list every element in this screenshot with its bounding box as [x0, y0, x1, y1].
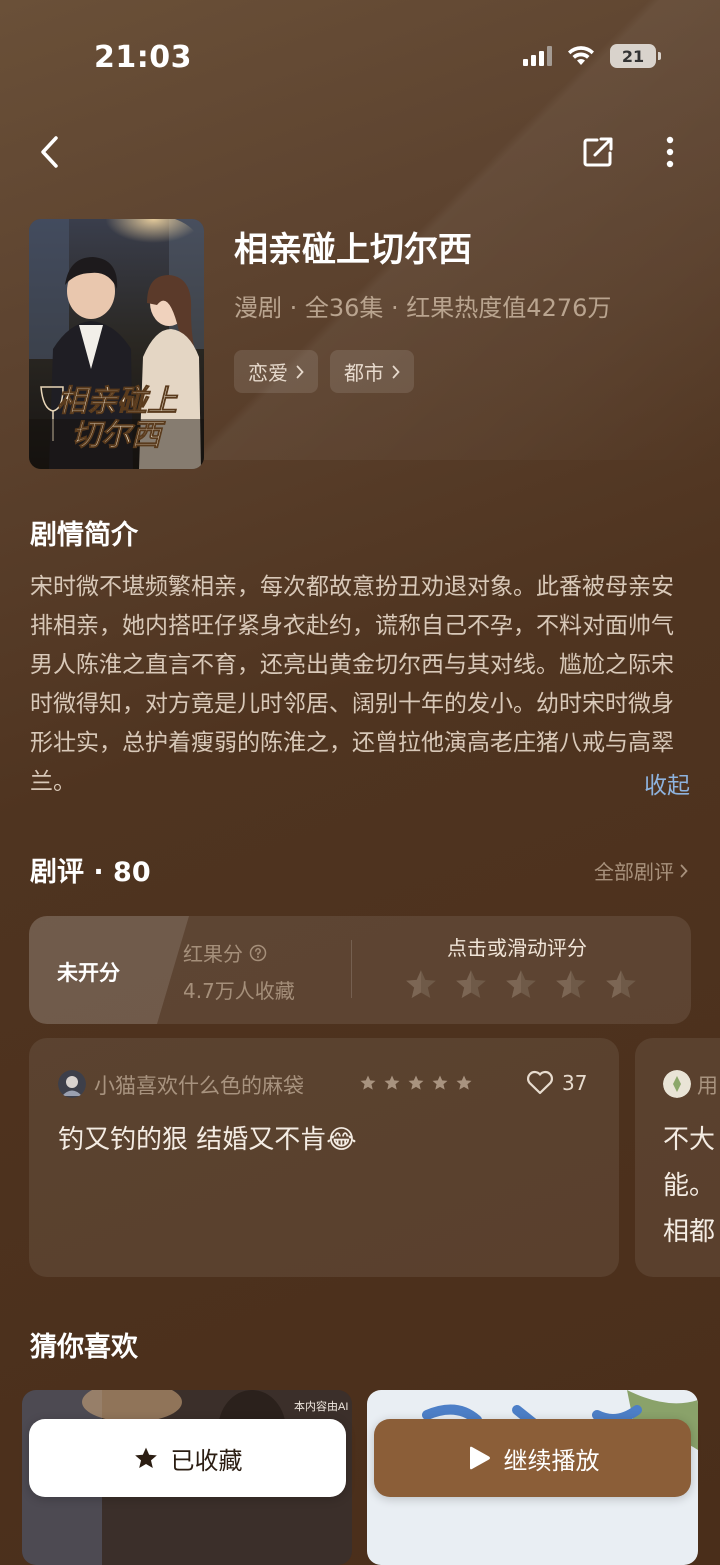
- tag-urban[interactable]: 都市: [330, 350, 414, 393]
- drama-meta: 漫剧 · 全36集 · 红果热度值4276万: [234, 294, 612, 322]
- score-status: 未开分: [57, 961, 120, 985]
- divider: [351, 940, 352, 998]
- continue-play-button[interactable]: 继续播放: [374, 1419, 691, 1497]
- review-rating: [359, 1074, 473, 1092]
- recommendations-heading: 猜你喜欢: [30, 1332, 138, 1363]
- synopsis-text: 宋时微不堪频繁相亲，每次都故意扮丑劝退对象。此番被母亲安排相亲，她内搭旺仔紧身衣…: [30, 574, 674, 795]
- status-icons: 21: [523, 44, 661, 68]
- tag-label: 都市: [344, 361, 384, 385]
- avatar[interactable]: [663, 1070, 691, 1098]
- star-empty-icon[interactable]: [453, 968, 489, 1002]
- poster-title-line1: 相亲碰上: [57, 384, 178, 419]
- star-filled-icon: [134, 1447, 157, 1468]
- chevron-left-icon: [41, 136, 58, 168]
- star-icon: [360, 1075, 376, 1090]
- review-text: 钓又钓的狠 结婚又不肯😂: [58, 1125, 357, 1155]
- tag-list: 恋爱 都市: [234, 350, 414, 393]
- all-reviews-link[interactable]: 全部剧评: [594, 856, 688, 885]
- help-icon[interactable]: [249, 944, 267, 962]
- star-empty-icon[interactable]: [553, 968, 589, 1002]
- chevron-right-icon: [392, 365, 400, 378]
- battery-indicator: 21: [610, 44, 661, 68]
- like-count: 37: [562, 1070, 588, 1095]
- chevron-right-icon: [296, 365, 304, 378]
- synopsis-heading: 剧情简介: [30, 520, 138, 551]
- play-label: 继续播放: [503, 1446, 600, 1475]
- review-username[interactable]: 用: [697, 1070, 720, 1100]
- score-label: 红果分: [183, 938, 267, 967]
- status-time: 21:03: [94, 40, 192, 75]
- chevron-right-icon: [680, 864, 688, 877]
- rate-prompt: 点击或滑动评分: [447, 936, 587, 960]
- collect-label: 已收藏: [170, 1446, 243, 1475]
- review-text: 不大 能。 相都: [663, 1117, 720, 1255]
- tag-label: 恋爱: [248, 361, 288, 385]
- more-button[interactable]: [646, 128, 694, 176]
- collapse-button[interactable]: 收起: [644, 766, 690, 800]
- reviews-heading: 剧评 · 80: [30, 857, 151, 888]
- like-button[interactable]: 37: [526, 1070, 587, 1095]
- heart-icon: [527, 1070, 553, 1095]
- star-icon: [408, 1075, 424, 1090]
- drama-title: 相亲碰上切尔西: [234, 230, 472, 270]
- play-icon: [469, 1446, 490, 1470]
- wifi-icon: [568, 46, 594, 65]
- share-icon: [583, 137, 613, 167]
- avatar[interactable]: [58, 1070, 86, 1098]
- rating-stars-input[interactable]: [403, 968, 639, 1002]
- collect-button[interactable]: 已收藏: [29, 1419, 346, 1497]
- ai-watermark: 本内容由AI: [294, 1399, 348, 1413]
- signal-icon: [523, 46, 552, 66]
- review-text-line: 能。: [663, 1171, 716, 1201]
- review-text-line: 不大: [663, 1125, 716, 1155]
- poster-artwork: 相亲碰上 切尔西: [29, 219, 204, 469]
- more-vertical-icon: [666, 136, 674, 168]
- rating-card: 未开分 红果分 4.7万人收藏 点击或滑动评分: [29, 916, 691, 1024]
- review-username[interactable]: 小猫喜欢什么色的麻袋: [94, 1070, 304, 1100]
- star-icon: [432, 1075, 448, 1090]
- star-icon: [456, 1075, 472, 1090]
- star-empty-icon[interactable]: [403, 968, 439, 1002]
- tag-romance[interactable]: 恋爱: [234, 350, 318, 393]
- back-button[interactable]: [26, 128, 74, 176]
- collect-count: 4.7万人收藏: [183, 979, 295, 1003]
- poster-title-line2: 切尔西: [71, 418, 166, 453]
- star-icon: [384, 1075, 400, 1090]
- all-reviews-label: 全部剧评: [594, 860, 674, 884]
- review-text-line: 相都: [663, 1217, 716, 1247]
- share-button[interactable]: [574, 128, 622, 176]
- star-empty-icon[interactable]: [503, 968, 539, 1002]
- score-label-text: 红果分: [183, 942, 243, 966]
- drama-poster[interactable]: 相亲碰上 切尔西: [29, 219, 204, 469]
- star-empty-icon[interactable]: [603, 968, 639, 1002]
